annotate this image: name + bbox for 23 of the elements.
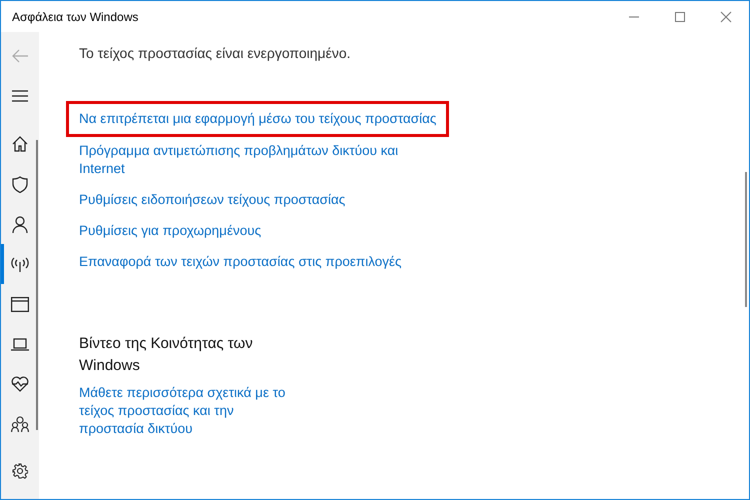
scrollbar[interactable] (745, 172, 747, 307)
antenna-icon (11, 256, 29, 272)
home-icon (12, 136, 28, 152)
browser-window-icon (11, 296, 29, 312)
heart-icon (11, 376, 29, 392)
window-title: Ασφάλεια των Windows (11, 10, 138, 24)
laptop-icon (11, 338, 29, 350)
link[interactable]: Ρυθμίσεις ειδοποιήσεων τείχους προστασίας (79, 191, 346, 209)
close-icon (720, 10, 732, 22)
link[interactable]: Ρυθμίσεις για προχωρημένους (79, 222, 262, 240)
menu-icon (12, 90, 28, 102)
link[interactable]: Να επιτρέπεται μια εφαρμογή μέσω του τείχους προστασίας (69, 104, 446, 134)
maximize-icon (674, 10, 686, 22)
link[interactable]: Πρόγραμμα αντιμετώπισης προβλημάτων δικτύου και Internet (79, 142, 424, 178)
settings-icon (12, 463, 28, 479)
status-text: Το τείχος προστασίας είναι ενεργοποιημένο. (79, 45, 351, 61)
link[interactable]: Μάθετε περισσότερα σχετικά με το τείχος προστασίας και την προστασία δικτύου (79, 384, 301, 438)
person-icon (12, 216, 28, 232)
back-arrow-icon (11, 47, 29, 65)
shield-icon (12, 176, 28, 192)
family-icon (11, 416, 29, 432)
link[interactable]: Επαναφορά των τειχών προστασίας στις προεπιλογές (79, 253, 402, 271)
section-heading: Βίντεο της Κοινότητας των Windows (79, 334, 254, 376)
